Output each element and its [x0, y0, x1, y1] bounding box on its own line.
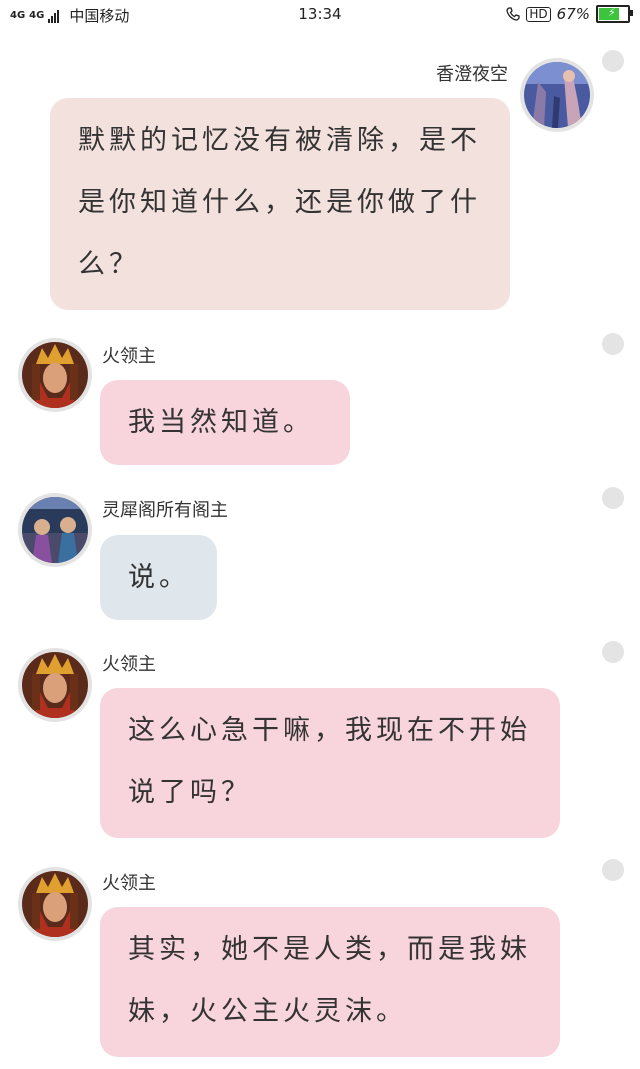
sender-name: 灵犀阁所有阁主 — [102, 500, 228, 521]
message-select-dot[interactable] — [602, 641, 624, 663]
avatar[interactable] — [18, 493, 92, 567]
message-bubble[interactable]: 我当然知道。 — [100, 380, 350, 465]
status-bar: 4G 4G 中国移动 13:34 HD 67% ⚡ — [0, 0, 640, 30]
sender-name: 火领主 — [102, 873, 156, 894]
message-bubble[interactable]: 默默的记忆没有被清除，是不是你知道什么，还是你做了什么？ — [50, 98, 510, 310]
avatar-image — [22, 652, 88, 718]
status-right: HD 67% ⚡ — [506, 5, 633, 23]
avatar-image — [22, 342, 88, 408]
message-select-dot[interactable] — [602, 333, 624, 355]
battery-icon: ⚡ — [596, 5, 633, 23]
message-select-dot[interactable] — [602, 487, 624, 509]
avatar-image — [22, 871, 88, 937]
avatar-image — [524, 62, 590, 128]
avatar[interactable] — [18, 867, 92, 941]
phone-icon — [506, 7, 521, 21]
avatar[interactable] — [520, 58, 594, 132]
sender-name: 火领主 — [102, 346, 156, 367]
sender-name: 火领主 — [102, 654, 156, 675]
hd-badge: HD — [526, 6, 551, 22]
avatar-image — [22, 497, 88, 563]
avatar[interactable] — [18, 338, 92, 412]
message-select-dot[interactable] — [602, 50, 624, 72]
message-bubble[interactable]: 这么心急干嘛，我现在不开始说了吗？ — [100, 688, 560, 838]
battery-percent: 67% — [556, 5, 590, 23]
message-bubble[interactable]: 说。 — [100, 535, 217, 620]
charging-bolt-icon: ⚡ — [608, 6, 616, 19]
avatar[interactable] — [18, 648, 92, 722]
sender-name: 香澄夜空 — [436, 64, 508, 85]
message-select-dot[interactable] — [602, 859, 624, 881]
message-bubble[interactable]: 其实，她不是人类，而是我妹妹，火公主火灵沫。 — [100, 907, 560, 1057]
